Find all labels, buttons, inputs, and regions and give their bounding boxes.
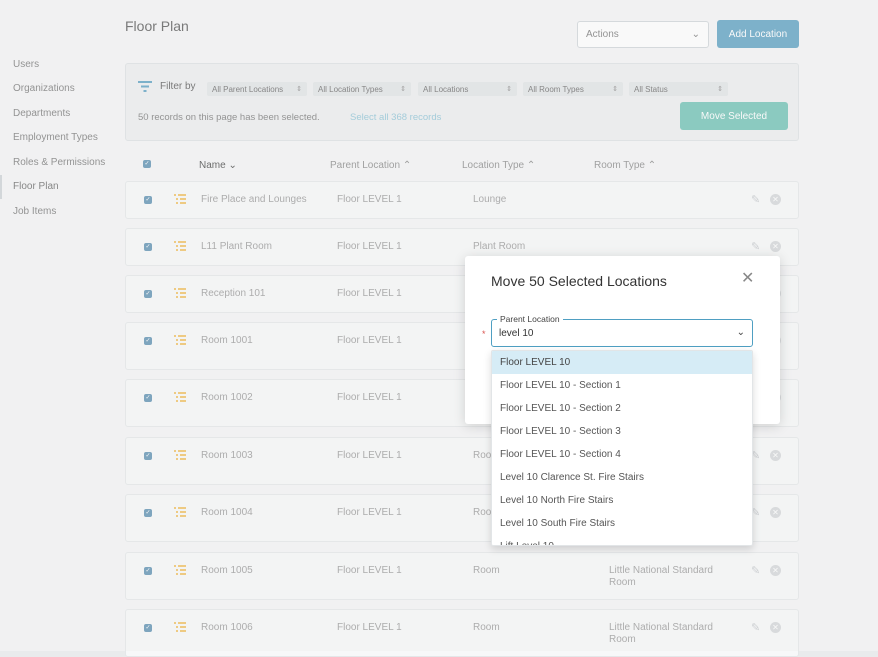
- dropdown-option[interactable]: Floor LEVEL 10: [492, 351, 752, 374]
- dropdown-option[interactable]: Floor LEVEL 10 - Section 4: [492, 443, 752, 466]
- parent-location-dropdown: Floor LEVEL 10 Floor LEVEL 10 - Section 1…: [491, 350, 753, 546]
- parent-location-field[interactable]: Parent Location ⌄: [491, 314, 753, 347]
- parent-location-input[interactable]: [499, 328, 719, 339]
- page: Users Organizations Departments Employme…: [0, 0, 878, 657]
- chevron-down-icon[interactable]: ⌄: [737, 327, 745, 338]
- parent-location-label: Parent Location: [497, 314, 563, 324]
- modal-title: Move 50 Selected Locations: [491, 273, 667, 289]
- required-marker: *: [482, 329, 486, 339]
- dropdown-option[interactable]: Level 10 North Fire Stairs: [492, 489, 752, 512]
- dropdown-option[interactable]: Floor LEVEL 10 - Section 1: [492, 374, 752, 397]
- dropdown-option[interactable]: Lift Level 10: [492, 535, 752, 545]
- dropdown-option[interactable]: Floor LEVEL 10 - Section 3: [492, 420, 752, 443]
- dropdown-option[interactable]: Floor LEVEL 10 - Section 2: [492, 397, 752, 420]
- dropdown-option[interactable]: Level 10 South Fire Stairs: [492, 512, 752, 535]
- close-icon[interactable]: ✕: [741, 268, 754, 288]
- dropdown-option[interactable]: Level 10 Clarence St. Fire Stairs: [492, 466, 752, 489]
